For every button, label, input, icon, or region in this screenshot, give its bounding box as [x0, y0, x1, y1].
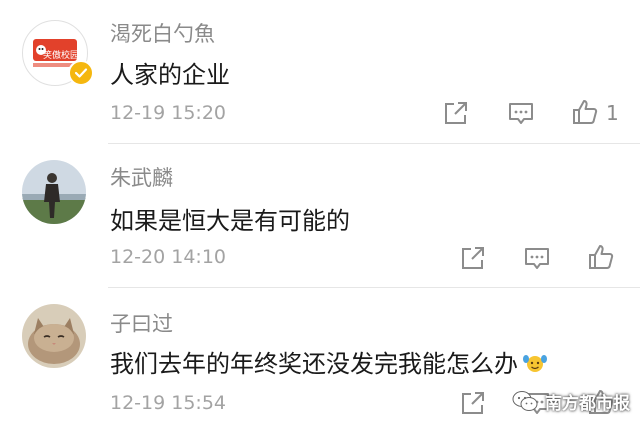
thumbs-up-icon[interactable] [586, 242, 616, 272]
hands-up-emoji [522, 350, 548, 376]
comment-username[interactable]: 朱武麟 [110, 162, 173, 192]
comment-username[interactable]: 子曰过 [110, 308, 173, 338]
share-icon[interactable] [458, 388, 488, 418]
avatar[interactable] [22, 304, 86, 368]
comment-time: 12-20 14:10 [110, 246, 227, 268]
watermark: 南方都市报 [511, 386, 630, 416]
comment-time: 12-19 15:54 [110, 392, 227, 414]
person-photo-avatar [22, 160, 86, 224]
comment-icon[interactable] [522, 243, 552, 273]
checkmark-icon [74, 68, 88, 78]
comment-item: 笑傲校园 渴死白勺魚 人家的企业 12-19 15:20 1 [0, 0, 640, 142]
comment-item: 朱武麟 如果是恒大是有可能的 12-20 14:10 [0, 144, 640, 286]
share-icon[interactable] [458, 243, 488, 273]
comment-text: 人家的企业 [110, 61, 230, 89]
comment-text: 如果是恒大是有可能的 [110, 207, 350, 235]
like-count: 1 [606, 101, 619, 125]
comment-username[interactable]: 渴死白勺魚 [110, 18, 215, 48]
verified-badge [68, 60, 94, 86]
comment-text-content: 我们去年的年终奖还没发完我能怎么办 [110, 350, 518, 378]
comment-text: 我们去年的年终奖还没发完我能怎么办 [110, 344, 548, 379]
comment-time: 12-19 15:20 [110, 102, 227, 124]
cat-photo-avatar [22, 304, 86, 368]
watermark-text: 南方都市报 [545, 393, 630, 414]
thumbs-up-icon[interactable] [570, 97, 600, 127]
comment-icon[interactable] [506, 98, 536, 128]
avatar[interactable] [22, 160, 86, 224]
share-icon[interactable] [441, 98, 471, 128]
avatar-logo-text: 笑傲校园 [43, 51, 80, 61]
wechat-logo-icon [512, 391, 538, 411]
